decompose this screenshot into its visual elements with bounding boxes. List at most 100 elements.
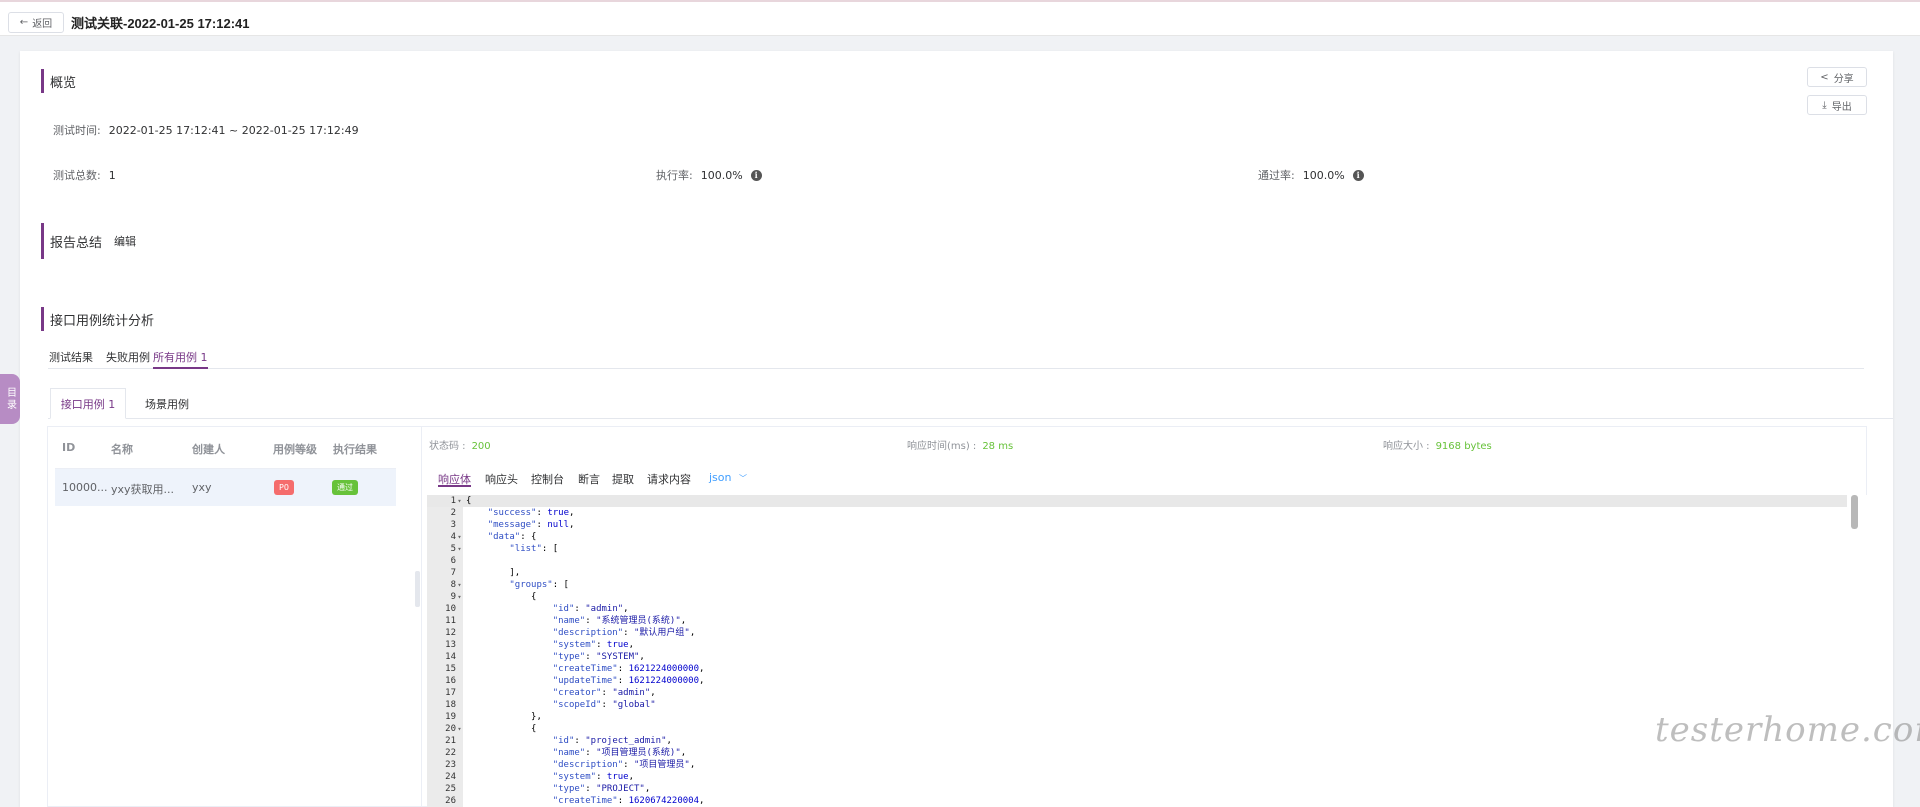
test-time: 测试时间: 2022-01-25 17:12:41 ~ 2022-01-25 1… xyxy=(53,122,359,138)
tab-scenario-cases[interactable]: 场景用例 xyxy=(134,388,200,419)
chevron-down-icon: ﹀ xyxy=(739,474,747,483)
line-number: 11 xyxy=(445,616,456,626)
line-number: 20 xyxy=(445,724,456,734)
code-text: "data": { xyxy=(487,532,537,542)
code-text: { xyxy=(466,496,472,506)
back-button[interactable]: ← 返回 xyxy=(8,12,64,33)
exec-rate-info-icon[interactable]: i xyxy=(750,169,762,181)
export-button-label: 导出 xyxy=(1831,101,1852,113)
code-line: 18 "scopeId": "global" xyxy=(427,699,1847,711)
code-line: 13 "system": true, xyxy=(427,639,1847,651)
editor-scrollbar[interactable] xyxy=(1851,495,1858,529)
line-number: 13 xyxy=(445,640,456,650)
code-text: "id": "admin", xyxy=(552,604,629,614)
code-line: 1 ▾{ xyxy=(427,495,1847,507)
analysis-title: 接口用例统计分析 xyxy=(41,307,154,331)
format-select-value: json xyxy=(709,471,732,484)
status-code: 状态码 : 200 xyxy=(429,437,491,452)
code-text: "createTime": 1621224000000, xyxy=(552,664,705,674)
code-line: 2 "success": true, xyxy=(427,507,1847,519)
fold-toggle-icon[interactable]: ▾ xyxy=(456,723,463,735)
tab-response-headers[interactable]: 响应头 xyxy=(485,471,518,487)
tab-console[interactable]: 控制台 xyxy=(531,471,564,487)
code-text: "description": "默认用户组", xyxy=(552,628,696,638)
code-text: { xyxy=(466,592,537,602)
code-text: "description": "项目管理员", xyxy=(552,760,696,770)
tab-failed-cases[interactable]: 失败用例 xyxy=(106,349,150,369)
format-select[interactable]: json ﹀ xyxy=(709,471,747,487)
code-line: 11 "name": "系统管理员(系统)", xyxy=(427,615,1847,627)
code-text: ], xyxy=(466,568,521,578)
response-time-value: 28 ms xyxy=(982,441,1014,452)
code-line: 6 xyxy=(427,555,1847,567)
tab-all-cases[interactable]: 所有用例 1 xyxy=(153,349,208,369)
line-number: 26 xyxy=(445,796,456,806)
exec-rate-value: 100.0% xyxy=(700,168,743,182)
col-result: 执行结果 xyxy=(333,443,377,456)
cell-creator: yxy xyxy=(192,481,212,494)
line-number: 22 xyxy=(445,748,456,758)
code-line: 10 "id": "admin", xyxy=(427,603,1847,615)
case-type-tabs: 接口用例 1 场景用例 xyxy=(48,388,1893,419)
status-badge: 通过 xyxy=(332,480,358,495)
code-text: "creator": "admin", xyxy=(552,688,656,698)
tab-response-body[interactable]: 响应体 xyxy=(438,471,471,487)
summary-edit-button[interactable]: 编辑 xyxy=(114,233,136,249)
code-text: "type": "PROJECT", xyxy=(552,784,651,794)
line-number: 24 xyxy=(445,772,456,782)
fold-toggle-icon[interactable]: ▾ xyxy=(456,579,463,591)
response-size-label: 响应大小 : xyxy=(1383,441,1430,452)
table-row[interactable]: 10000... yxy获取用... yxy P0 通过 xyxy=(55,469,396,506)
code-line: 21 "id": "project_admin", xyxy=(427,735,1847,747)
page-title: 测试关联-2022-01-25 17:12:41 xyxy=(71,16,250,31)
share-button[interactable]: < 分享 xyxy=(1807,67,1867,87)
line-number: 17 xyxy=(445,688,456,698)
line-number: 6 xyxy=(450,556,456,566)
test-time-value: 2022-01-25 17:12:41 ~ 2022-01-25 17:12:4… xyxy=(108,123,359,137)
tab-request-content[interactable]: 请求内容 xyxy=(647,471,691,487)
tab-assertions[interactable]: 断言 xyxy=(578,471,600,487)
line-number: 23 xyxy=(445,760,456,770)
response-body-editor[interactable]: 1 ▾{2 "success": true, 3 "message": null, 4… xyxy=(427,495,1867,807)
tab-api-cases[interactable]: 接口用例 1 xyxy=(50,388,126,419)
code-text: "list": [ xyxy=(509,544,559,554)
cell-id: 10000... xyxy=(62,481,108,494)
pass-rate: 通过率: 100.0% i xyxy=(1258,167,1364,183)
fold-toggle-icon[interactable]: ▾ xyxy=(456,591,463,603)
line-number: 16 xyxy=(445,676,456,686)
code-line: 7 ], xyxy=(427,567,1847,579)
line-number: 25 xyxy=(445,784,456,794)
test-total-label: 测试总数: xyxy=(53,169,101,182)
line-number: 9 xyxy=(450,592,456,602)
line-number: 21 xyxy=(445,736,456,746)
tab-extract[interactable]: 提取 xyxy=(612,471,634,487)
level-badge: P0 xyxy=(274,480,294,495)
fold-toggle-icon[interactable]: ▾ xyxy=(456,543,463,555)
line-number: 14 xyxy=(445,652,456,662)
code-line: 17 "creator": "admin", xyxy=(427,687,1847,699)
test-total: 测试总数: 1 xyxy=(53,167,116,183)
code-line: 15 "createTime": 1621224000000, xyxy=(427,663,1847,675)
code-text: "scopeId": "global" xyxy=(552,700,656,710)
line-number: 18 xyxy=(445,700,456,710)
share-icon: < xyxy=(1820,71,1829,83)
panel-resize-handle[interactable] xyxy=(415,571,420,607)
fold-toggle-icon[interactable]: ▾ xyxy=(456,531,463,543)
code-line: 5 ▾ "list": [ xyxy=(427,543,1847,555)
code-text: "updateTime": 1621224000000, xyxy=(552,676,705,686)
toc-toggle-button[interactable]: 目录 xyxy=(0,374,20,424)
case-table-header: ID 名称 创建人 用例等级 执行结果 xyxy=(55,427,396,469)
col-level: 用例等级 xyxy=(273,443,317,456)
share-button-label: 分享 xyxy=(1833,73,1854,85)
code-line: 23 "description": "项目管理员", xyxy=(427,759,1847,771)
line-number: 12 xyxy=(445,628,456,638)
response-time-label: 响应时间(ms) : xyxy=(907,441,977,452)
code-text: "createTime": 1620674220004, xyxy=(552,796,705,806)
fold-toggle-icon[interactable]: ▾ xyxy=(456,495,463,507)
watermark: testerhome.com xyxy=(1655,710,1920,750)
tab-test-result[interactable]: 测试结果 xyxy=(49,349,93,369)
code-text: "message": null, xyxy=(487,520,575,530)
pass-rate-info-icon[interactable]: i xyxy=(1352,169,1364,181)
export-button[interactable]: ⤓ 导出 xyxy=(1807,95,1867,115)
analysis-title-text: 接口用例统计分析 xyxy=(50,313,155,329)
